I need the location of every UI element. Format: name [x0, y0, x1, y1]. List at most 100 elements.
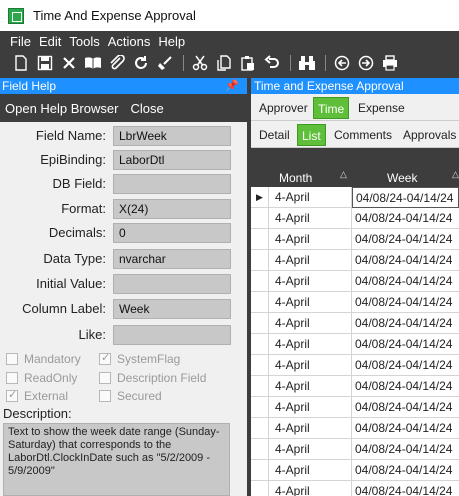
mandatory-checkbox[interactable]: Mandatory — [6, 352, 81, 366]
table-row[interactable]: 4-April 04/08/24-04/14/24 — [251, 292, 459, 313]
row-selector[interactable] — [251, 376, 269, 397]
row-selector[interactable] — [251, 355, 269, 376]
table-row[interactable]: 4-April 04/08/24-04/14/24 — [251, 250, 459, 271]
back-icon[interactable] — [331, 54, 353, 72]
tab-approver[interactable]: Approver — [255, 97, 312, 119]
month-cell[interactable]: 4-April — [270, 208, 352, 229]
week-cell[interactable]: 04/08/24-04/14/24 — [352, 313, 459, 334]
table-row[interactable]: 4-April 04/08/24-04/14/24 — [251, 271, 459, 292]
open-book-icon[interactable] — [82, 54, 104, 72]
refresh-icon[interactable] — [130, 54, 152, 72]
current-row-arrow-icon[interactable]: ▶ — [251, 187, 269, 208]
month-cell[interactable]: 4-April — [270, 187, 352, 208]
tab-detail[interactable]: Detail — [255, 124, 294, 146]
description-field-checkbox[interactable]: Description Field — [99, 371, 206, 385]
week-cell[interactable]: 04/08/24-04/14/24 — [352, 355, 459, 376]
row-selector[interactable] — [251, 313, 269, 334]
column-month-header[interactable]: Month — [279, 169, 312, 187]
week-cell[interactable]: 04/08/24-04/14/24 — [352, 334, 459, 355]
close-button[interactable]: Close — [130, 101, 163, 116]
week-cell[interactable]: 04/08/24-04/14/24 — [352, 208, 459, 229]
month-cell[interactable]: 4-April — [270, 418, 352, 439]
external-checkbox[interactable]: External — [6, 388, 68, 403]
month-cell[interactable]: 4-April — [270, 376, 352, 397]
sort-icon[interactable]: △ — [340, 169, 347, 180]
row-selector[interactable] — [251, 208, 269, 229]
table-row[interactable]: 4-April 04/08/24-04/14/24 — [251, 208, 459, 229]
tab-list[interactable]: List — [297, 124, 326, 146]
row-selector[interactable] — [251, 271, 269, 292]
tab-approvals[interactable]: Approvals — [399, 124, 459, 146]
table-row[interactable]: 4-April 04/08/24-04/14/24 — [251, 418, 459, 439]
row-selector[interactable] — [251, 250, 269, 271]
clear-icon[interactable] — [154, 54, 176, 72]
month-cell[interactable]: 4-April — [270, 397, 352, 418]
month-cell[interactable]: 4-April — [270, 481, 352, 496]
column-week-header[interactable]: Week — [387, 169, 417, 187]
row-selector[interactable] — [251, 292, 269, 313]
month-cell[interactable]: 4-April — [270, 229, 352, 250]
readonly-checkbox[interactable]: ReadOnly — [6, 371, 77, 385]
table-row[interactable]: 4-April 04/08/24-04/14/24 — [251, 229, 459, 250]
decimals-field[interactable]: 0 — [113, 223, 231, 243]
systemflag-checkbox[interactable]: SystemFlag — [99, 351, 180, 366]
week-cell[interactable]: 04/08/24-04/14/24 — [352, 271, 459, 292]
table-row[interactable]: 4-April 04/08/24-04/14/24 — [251, 460, 459, 481]
attach-icon[interactable] — [106, 54, 128, 72]
table-row[interactable]: 4-April 04/08/24-04/14/24 — [251, 376, 459, 397]
week-cell[interactable]: 04/08/24-04/14/24 — [352, 418, 459, 439]
epibinding-field[interactable]: LaborDtl — [113, 150, 231, 170]
month-cell[interactable]: 4-April — [270, 250, 352, 271]
month-cell[interactable]: 4-April — [270, 313, 352, 334]
open-help-browser-button[interactable]: Open Help Browser — [5, 101, 118, 116]
forward-icon[interactable] — [355, 54, 377, 72]
week-cell[interactable]: 04/08/24-04/14/24 — [352, 439, 459, 460]
table-row[interactable]: 4-April 04/08/24-04/14/24 — [251, 355, 459, 376]
week-cell[interactable]: 04/08/24-04/14/24 — [352, 376, 459, 397]
week-cell[interactable]: 04/08/24-04/14/24 — [352, 397, 459, 418]
week-cell[interactable]: 04/08/24-04/14/24 — [352, 187, 459, 208]
binoculars-icon[interactable] — [296, 54, 318, 72]
month-cell[interactable]: 4-April — [270, 292, 352, 313]
row-selector[interactable] — [251, 229, 269, 250]
copy-icon[interactable] — [213, 54, 235, 72]
week-cell[interactable]: 04/08/24-04/14/24 — [352, 460, 459, 481]
tab-time[interactable]: Time — [313, 97, 350, 119]
menu-help[interactable]: Help — [158, 34, 185, 49]
row-selector[interactable] — [251, 439, 269, 460]
tab-expense[interactable]: Expense — [354, 97, 409, 119]
description-text[interactable]: Text to show the week date range (Sunday… — [3, 423, 230, 496]
week-cell[interactable]: 04/08/24-04/14/24 — [352, 250, 459, 271]
month-cell[interactable]: 4-April — [270, 271, 352, 292]
table-row[interactable]: 4-April 04/08/24-04/14/24 — [251, 334, 459, 355]
row-selector[interactable] — [251, 418, 269, 439]
paste-icon[interactable] — [237, 54, 259, 72]
initial-value-field[interactable] — [113, 274, 231, 294]
table-row[interactable]: 4-April 04/08/24-04/14/24 — [251, 397, 459, 418]
save-icon[interactable] — [34, 54, 56, 72]
row-selector[interactable] — [251, 334, 269, 355]
like-field[interactable] — [113, 325, 231, 345]
delete-icon[interactable] — [58, 54, 80, 72]
menu-tools[interactable]: Tools — [69, 34, 99, 49]
table-row[interactable]: 4-April 04/08/24-04/14/24 — [251, 481, 459, 496]
undo-icon[interactable] — [261, 54, 283, 72]
month-cell[interactable]: 4-April — [270, 460, 352, 481]
db-field-field[interactable] — [113, 174, 231, 194]
sort-icon[interactable]: △ — [452, 169, 459, 180]
month-cell[interactable]: 4-April — [270, 355, 352, 376]
month-cell[interactable]: 4-April — [270, 334, 352, 355]
menu-actions[interactable]: Actions — [108, 34, 151, 49]
data-type-field[interactable]: nvarchar — [113, 249, 231, 269]
menu-edit[interactable]: Edit — [39, 34, 61, 49]
table-row[interactable]: 4-April 04/08/24-04/14/24 — [251, 439, 459, 460]
print-icon[interactable] — [379, 54, 401, 72]
week-cell[interactable]: 04/08/24-04/14/24 — [352, 481, 459, 496]
week-cell[interactable]: 04/08/24-04/14/24 — [352, 292, 459, 313]
table-row[interactable]: ▶ 4-April 04/08/24-04/14/24 — [251, 187, 459, 208]
row-selector[interactable] — [251, 460, 269, 481]
pin-icon[interactable]: 📌 — [225, 78, 239, 94]
column-label-field[interactable]: Week — [113, 299, 231, 319]
secured-checkbox[interactable]: Secured — [99, 389, 162, 403]
row-selector[interactable] — [251, 397, 269, 418]
